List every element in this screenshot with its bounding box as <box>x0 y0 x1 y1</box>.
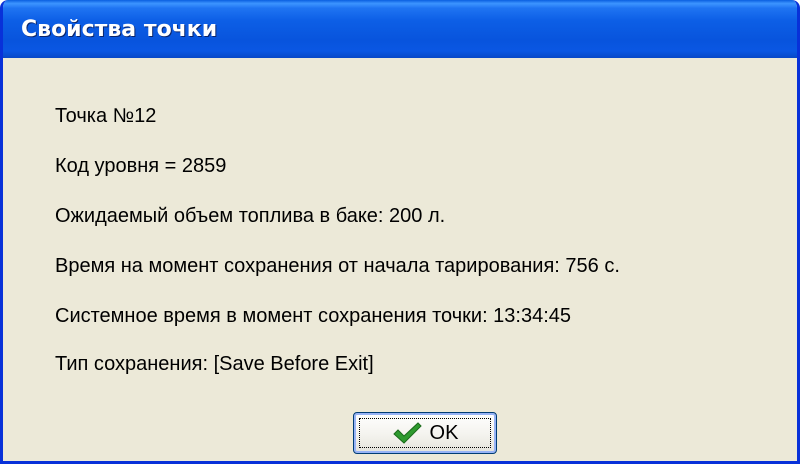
dialog-content: Точка №12 Код уровня = 2859 Ожидаемый об… <box>3 58 797 461</box>
title-bar[interactable]: Свойства точки <box>3 0 797 58</box>
focus-rectangle <box>359 418 491 448</box>
save-type-label: Тип сохранения: [Save Before Exit] <box>55 353 374 375</box>
checkmark-icon <box>392 421 422 445</box>
point-number-label: Точка №12 <box>55 105 157 127</box>
expected-volume-label: Ожидаемый объем топлива в баке: 200 л. <box>55 205 446 227</box>
ok-button[interactable]: OK <box>353 412 497 454</box>
ok-button-label: OK <box>429 421 459 444</box>
level-code-label: Код уровня = 2859 <box>55 155 227 177</box>
properties-dialog: Свойства точки Точка №12 Код уровня = 28… <box>0 0 800 464</box>
system-time-label: Системное время в момент сохранения точк… <box>55 305 572 327</box>
dialog-title: Свойства точки <box>21 17 218 42</box>
elapsed-time-label: Время на момент сохранения от начала тар… <box>55 255 620 277</box>
